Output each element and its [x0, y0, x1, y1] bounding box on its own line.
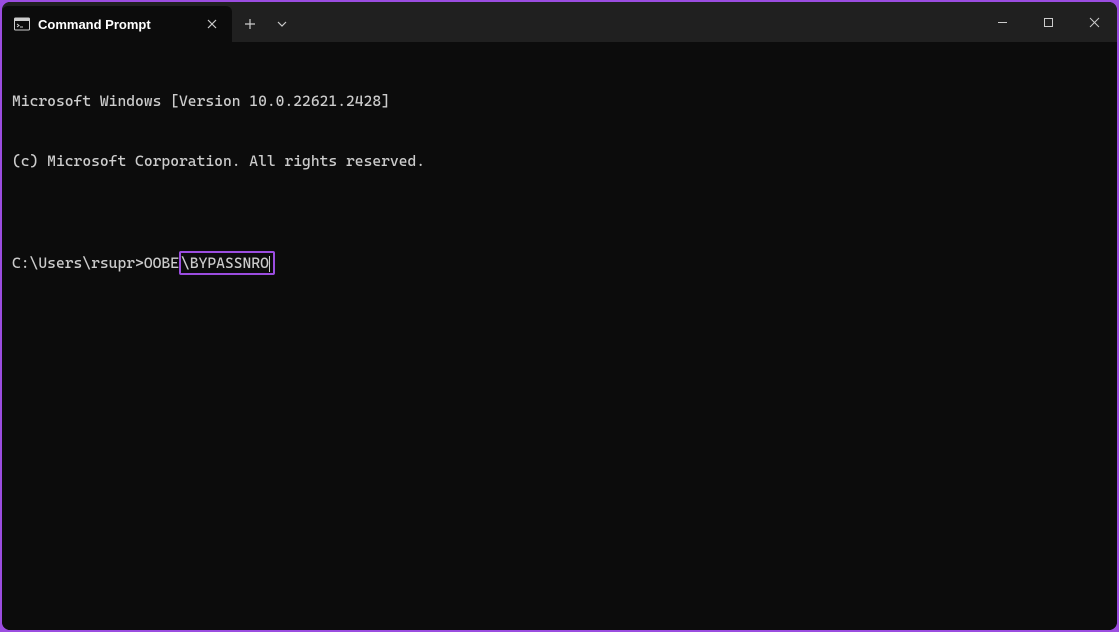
prompt-prefix: C:\Users\rsupr>OOBE [12, 254, 179, 272]
titlebar[interactable]: Command Prompt [2, 2, 1117, 42]
terminal-output-line: Microsoft Windows [Version 10.0.22621.24… [12, 91, 1107, 111]
text-cursor [269, 256, 270, 272]
titlebar-drag-area[interactable] [296, 2, 979, 42]
command-highlight: \BYPASSNRO [179, 251, 275, 275]
terminal-window: Command Prompt [2, 2, 1117, 630]
terminal-output-line: (c) Microsoft Corporation. All rights re… [12, 151, 1107, 171]
tabbar-buttons [232, 6, 296, 42]
terminal-body[interactable]: Microsoft Windows [Version 10.0.22621.24… [2, 42, 1117, 630]
close-button[interactable] [1071, 2, 1117, 42]
window-controls [979, 2, 1117, 42]
tab-title: Command Prompt [38, 17, 194, 32]
minimize-button[interactable] [979, 2, 1025, 42]
tab-dropdown-button[interactable] [268, 6, 296, 42]
maximize-button[interactable] [1025, 2, 1071, 42]
command-text: \BYPASSNRO [181, 254, 269, 272]
new-tab-button[interactable] [232, 6, 268, 42]
terminal-prompt-line: C:\Users\rsupr>OOBE\BYPASSNRO [12, 253, 1107, 273]
tab-command-prompt[interactable]: Command Prompt [2, 6, 232, 42]
tab-close-button[interactable] [202, 14, 222, 34]
command-prompt-icon [14, 16, 30, 32]
